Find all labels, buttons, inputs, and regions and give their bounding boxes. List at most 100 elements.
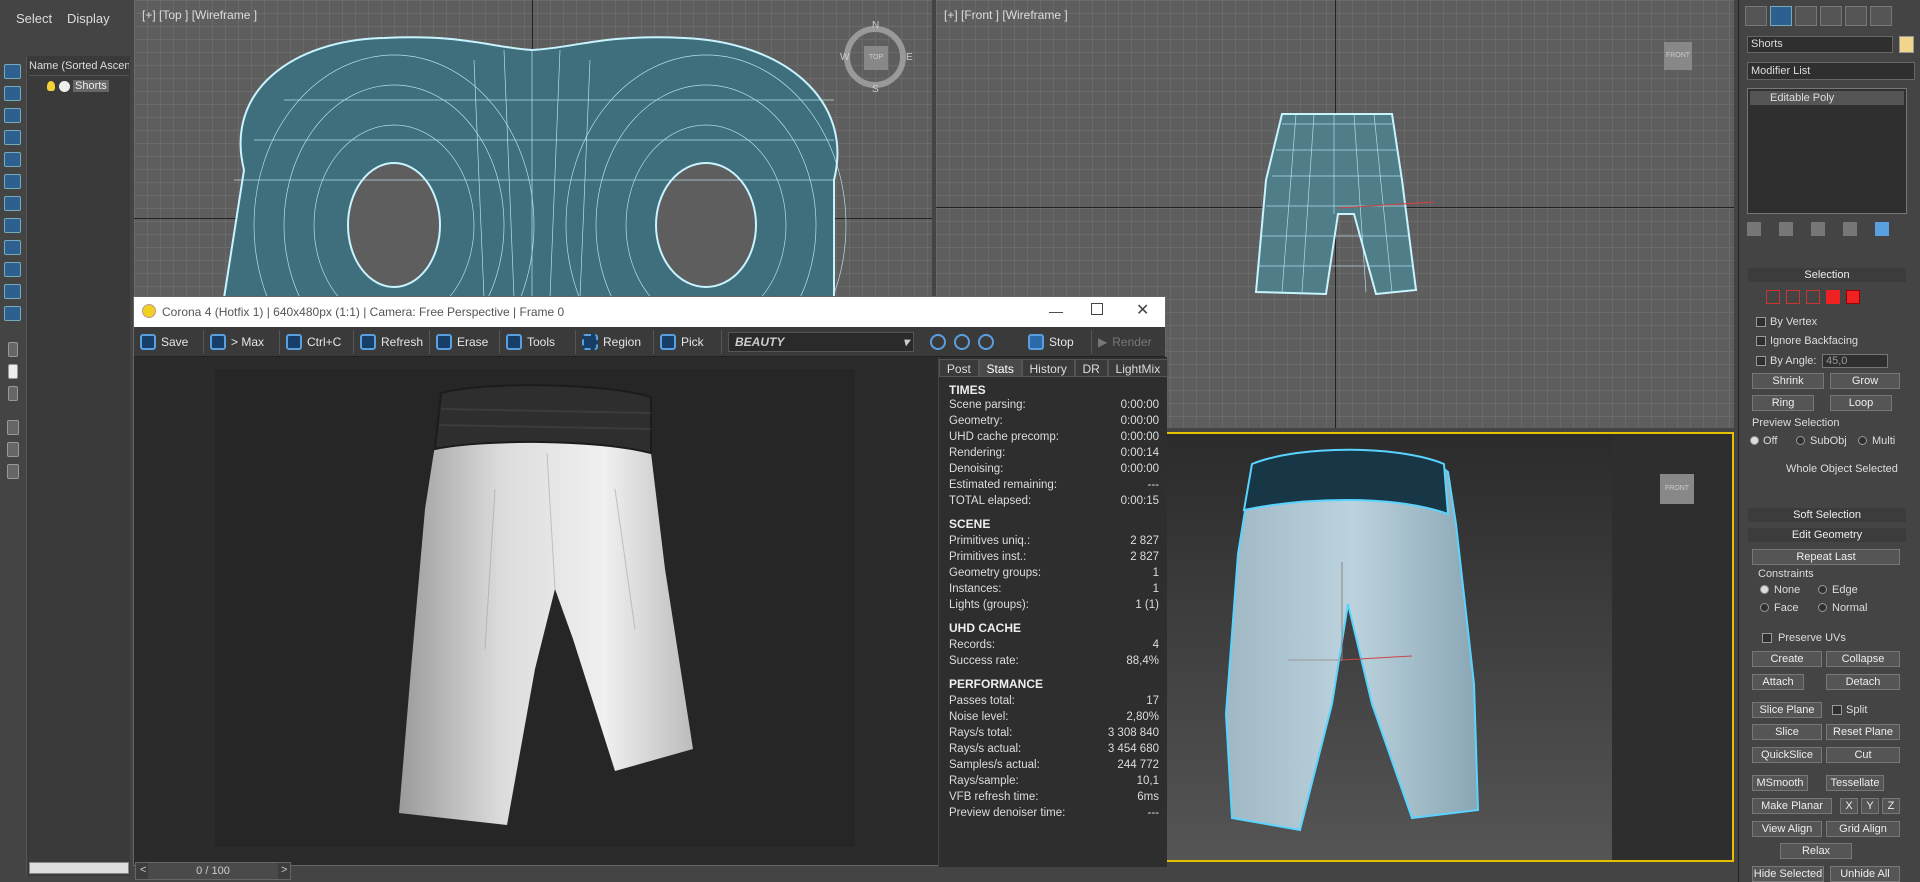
zoom-in-icon[interactable] [930, 334, 946, 350]
render-element-dropdown[interactable]: BEAUTY ▾ [728, 332, 914, 352]
split-checkbox[interactable] [1832, 705, 1842, 715]
select-menu[interactable]: Select [16, 11, 52, 26]
shrink-button[interactable]: Shrink [1752, 373, 1824, 389]
display-groups-icon[interactable] [4, 218, 21, 233]
pin-stack-icon[interactable] [1747, 222, 1761, 236]
object-visibility-icon[interactable] [59, 81, 70, 92]
vertex-icon[interactable] [1766, 290, 1780, 304]
object-name-field[interactable]: Shorts [1747, 36, 1893, 53]
page-icon[interactable] [8, 364, 18, 379]
display-geometry-icon[interactable] [4, 86, 21, 101]
planar-z-button[interactable]: Z [1882, 798, 1900, 814]
tab-post[interactable]: Post [939, 359, 979, 377]
detach-button[interactable]: Detach [1826, 674, 1900, 690]
slice-button[interactable]: Slice [1752, 724, 1822, 740]
display-xrefs-icon[interactable] [4, 240, 21, 255]
tab-history[interactable]: History [1021, 359, 1075, 377]
configure-sets-icon[interactable] [1875, 222, 1889, 236]
border-icon[interactable] [1806, 290, 1820, 304]
tab-dr[interactable]: DR [1074, 359, 1108, 377]
explorer-column-header[interactable]: Name (Sorted Ascen [29, 60, 129, 76]
tab-lightmix[interactable]: LightMix [1107, 359, 1169, 377]
msmooth-button[interactable]: MSmooth [1752, 775, 1808, 791]
viewcube-front[interactable]: FRONT [1664, 42, 1692, 70]
soft-selection-rollout-header[interactable]: Soft Selection [1748, 508, 1906, 522]
make-unique-icon[interactable] [1811, 222, 1825, 236]
tab-stats[interactable]: Stats [978, 359, 1022, 377]
list-icon[interactable] [8, 386, 18, 401]
stop-button[interactable]: Stop [1024, 330, 1092, 354]
to-max-button[interactable]: > Max [206, 330, 280, 354]
polygon-icon[interactable] [1826, 290, 1840, 304]
refresh-button[interactable]: Refresh [356, 330, 430, 354]
constraint-none-radio[interactable] [1760, 585, 1769, 594]
time-slider[interactable]: < 0 / 100 > [135, 862, 291, 880]
by-angle-checkbox[interactable] [1756, 356, 1766, 366]
angle-spinner[interactable]: 45,0 [1822, 354, 1888, 368]
front-viewport-label[interactable]: [+] [Front ] [Wireframe ] [944, 8, 1068, 22]
display-frozen-icon[interactable] [4, 306, 21, 321]
collapse-button[interactable]: Collapse [1826, 651, 1900, 667]
relax-button[interactable]: Relax [1780, 843, 1852, 859]
save-button[interactable]: Save [136, 330, 204, 354]
explorer-row-shorts[interactable]: Shorts [47, 80, 127, 94]
filter-icon[interactable] [7, 420, 19, 435]
display-shapes-icon[interactable] [4, 108, 21, 123]
time-prev-icon[interactable]: < [140, 864, 146, 876]
modifier-list-dropdown[interactable]: Modifier List [1747, 62, 1915, 80]
preview-off-radio[interactable] [1750, 436, 1759, 445]
hierarchy-tab-icon[interactable] [1795, 6, 1817, 26]
display-bones-icon[interactable] [4, 262, 21, 277]
preserve-uvs-checkbox[interactable] [1762, 633, 1772, 643]
layers-icon[interactable] [7, 464, 19, 479]
reset-plane-button[interactable]: Reset Plane [1826, 724, 1900, 740]
stack-item-editable-poly[interactable]: Editable Poly [1750, 91, 1904, 105]
display-none-icon[interactable] [4, 64, 21, 79]
constraint-normal-radio[interactable] [1818, 603, 1827, 612]
modify-tab-icon[interactable] [1770, 6, 1792, 26]
light-bulb-icon[interactable] [47, 81, 55, 91]
create-tab-icon[interactable] [1745, 6, 1767, 26]
viewcube-top[interactable]: TOP [864, 46, 888, 70]
display-tab-icon[interactable] [1845, 6, 1867, 26]
display-containers-icon[interactable] [4, 284, 21, 299]
loop-button[interactable]: Loop [1830, 395, 1892, 411]
zoom-fit-icon[interactable] [978, 334, 994, 350]
time-next-icon[interactable]: > [281, 864, 287, 876]
render-button[interactable]: ▶ Render [1094, 330, 1166, 354]
ring-button[interactable]: Ring [1752, 395, 1814, 411]
constraint-edge-radio[interactable] [1818, 585, 1827, 594]
tessellate-button[interactable]: Tessellate [1826, 775, 1884, 791]
cut-button[interactable]: Cut [1826, 747, 1900, 763]
viewcube-perspective[interactable]: FRONT [1660, 474, 1694, 504]
motion-tab-icon[interactable] [1820, 6, 1842, 26]
quickslice-button[interactable]: QuickSlice [1752, 747, 1822, 763]
unhide-all-button[interactable]: Unhide All [1830, 866, 1900, 882]
view-align-button[interactable]: View Align [1752, 821, 1822, 837]
preview-multi-radio[interactable] [1858, 436, 1867, 445]
make-planar-button[interactable]: Make Planar [1752, 798, 1832, 814]
show-end-result-icon[interactable] [1779, 222, 1793, 236]
edge-icon[interactable] [1786, 290, 1800, 304]
attach-button[interactable]: Attach [1752, 674, 1804, 690]
pick-button[interactable]: Pick [656, 330, 722, 354]
planar-x-button[interactable]: X [1840, 798, 1858, 814]
hide-selected-button[interactable]: Hide Selected [1752, 866, 1824, 882]
erase-button[interactable]: Erase [432, 330, 500, 354]
compass-icon[interactable]: TOP [844, 26, 906, 88]
explorer-horizontal-scrollbar[interactable] [29, 862, 129, 874]
display-helpers-icon[interactable] [4, 174, 21, 189]
tools-button[interactable]: Tools [502, 330, 576, 354]
close-icon[interactable]: ✕ [1136, 300, 1149, 320]
display-cameras-icon[interactable] [4, 152, 21, 167]
copy-button[interactable]: Ctrl+C [282, 330, 354, 354]
display-spacewarps-icon[interactable] [4, 196, 21, 211]
create-button[interactable]: Create [1752, 651, 1822, 667]
zoom-out-icon[interactable] [954, 334, 970, 350]
repeat-last-button[interactable]: Repeat Last [1752, 549, 1900, 565]
filter-settings-icon[interactable] [7, 442, 19, 457]
remove-modifier-icon[interactable] [1843, 222, 1857, 236]
maximize-icon[interactable] [1091, 303, 1103, 315]
region-button[interactable]: Region [578, 330, 654, 354]
preview-subobj-radio[interactable] [1796, 436, 1805, 445]
